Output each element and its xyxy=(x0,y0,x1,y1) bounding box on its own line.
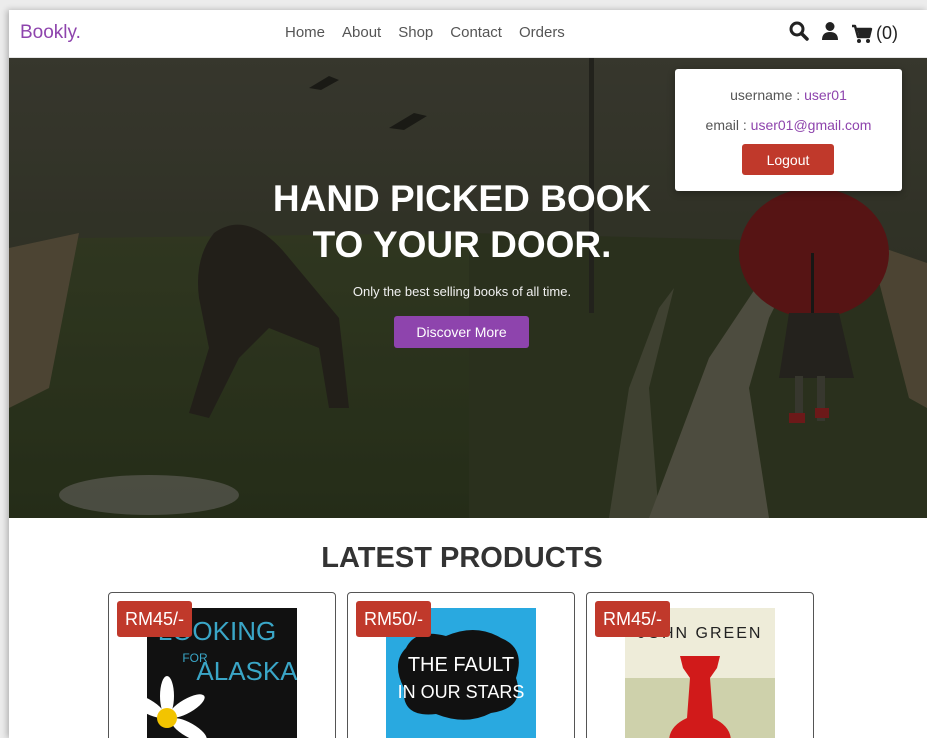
site-logo[interactable]: Bookly. xyxy=(20,22,81,44)
header: Bookly. Home About Shop Contact Orders (… xyxy=(9,10,927,58)
email-row: email : user01@gmail.com xyxy=(675,117,902,133)
product-card[interactable]: LOOKING FOR ALASKA RM45/- xyxy=(108,592,336,738)
logout-button[interactable]: Logout xyxy=(742,144,834,175)
nav-contact[interactable]: Contact xyxy=(450,24,502,41)
latest-products-heading: LATEST PRODUCTS xyxy=(321,542,603,574)
discover-more-button[interactable]: Discover More xyxy=(394,316,529,348)
email-value: user01@gmail.com xyxy=(750,117,872,133)
cover-title-2: IN OUR STARS xyxy=(398,682,525,702)
user-icon[interactable] xyxy=(821,21,839,46)
nav-orders[interactable]: Orders xyxy=(519,24,565,41)
price-badge: RM45/- xyxy=(117,601,193,637)
search-icon[interactable] xyxy=(789,21,809,46)
username-value: user01 xyxy=(804,87,847,103)
username-row: username : user01 xyxy=(675,87,902,103)
cover-title-1: THE FAULT xyxy=(408,654,514,676)
browser-viewport: Bookly. Home About Shop Contact Orders (… xyxy=(9,10,927,738)
product-card[interactable]: JOHN GREEN RM45/- xyxy=(586,592,814,738)
hero-title-line-1: HAND PICKED BOOK xyxy=(272,178,652,219)
nav-about[interactable]: About xyxy=(342,24,381,41)
nav-home[interactable]: Home xyxy=(285,24,325,41)
hero-subtitle: Only the best selling books of all time. xyxy=(352,284,572,299)
nav-shop[interactable]: Shop xyxy=(398,24,433,41)
price-badge: RM45/- xyxy=(595,601,671,637)
hero-title-line-2: TO YOUR DOOR. xyxy=(312,224,612,265)
header-icons: (0) xyxy=(789,21,898,46)
user-dropdown: username : user01 email : user01@gmail.c… xyxy=(675,69,902,191)
cart-icon xyxy=(852,24,873,43)
cover-title-2: ALASKA xyxy=(196,656,297,686)
product-card[interactable]: THE FAULT IN OUR STARS RM50/- xyxy=(347,592,575,738)
cart-button[interactable]: (0) xyxy=(851,23,898,44)
cart-count: (0) xyxy=(876,23,898,43)
username-label: username : xyxy=(730,87,805,103)
email-label: email : xyxy=(705,117,751,133)
price-badge: RM50/- xyxy=(356,601,432,637)
main-nav: Home About Shop Contact Orders xyxy=(285,24,565,41)
